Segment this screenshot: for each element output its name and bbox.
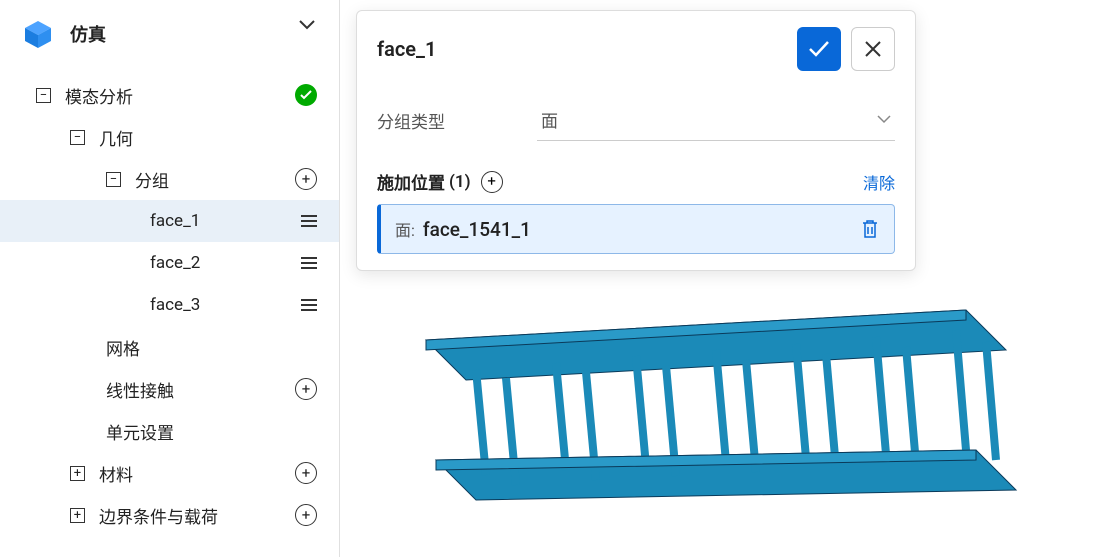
tree-item-face-2[interactable]: face_2 [0,242,339,284]
check-badge-icon [295,84,317,106]
chevron-down-icon [877,115,891,124]
property-panel: face_1 分组类型 面 施加位置 (1) + 清除 面: face_1541… [356,10,916,271]
expand-icon[interactable]: + [70,508,85,523]
tree-label: 网格 [106,335,339,360]
cancel-button[interactable] [851,27,895,71]
group-type-select[interactable]: 面 [537,99,895,141]
add-icon[interactable]: + [295,462,317,484]
add-icon[interactable]: + [295,168,317,190]
menu-icon[interactable] [301,257,317,269]
tree-label: 几何 [99,125,339,150]
tree-item-boundary-conditions[interactable]: + 边界条件与载荷 + [0,494,339,536]
tree-item-contact[interactable]: 线性接触 + [0,368,339,410]
location-section: 施加位置 (1) + 清除 面: face_1541_1 [357,153,915,270]
tree-item-geometry[interactable]: − 几何 [0,116,339,158]
sidebar: 仿真 − 模态分析 − 几何 − 分组 + face_1 face_2 face… [0,0,340,557]
location-label: 施加位置 [377,169,445,194]
add-icon[interactable]: + [295,378,317,400]
sidebar-header[interactable]: 仿真 [0,0,339,68]
trash-icon[interactable] [860,218,880,240]
clear-button[interactable]: 清除 [863,170,895,194]
truss-model-icon [406,300,1026,540]
location-prefix: 面: [395,217,415,241]
tree-item-unit-settings[interactable]: 单元设置 [0,410,339,452]
menu-icon[interactable] [301,215,317,227]
tree: − 模态分析 − 几何 − 分组 + face_1 face_2 face_3 … [0,68,339,542]
tree-item-material[interactable]: + 材料 + [0,452,339,494]
confirm-button[interactable] [797,27,841,71]
check-icon [808,40,830,58]
menu-icon[interactable] [301,299,317,311]
location-item[interactable]: 面: face_1541_1 [377,204,895,254]
panel-header: face_1 [357,11,915,87]
add-icon[interactable]: + [295,504,317,526]
expand-icon[interactable]: + [70,466,85,481]
location-name: face_1541_1 [423,218,860,241]
3d-viewport[interactable] [356,290,1076,550]
add-location-button[interactable]: + [481,171,503,193]
cube-icon [22,18,54,50]
tree-item-modal-analysis[interactable]: − 模态分析 [0,74,339,116]
location-count: (1) [449,172,471,192]
collapse-icon[interactable]: − [106,172,121,187]
tree-item-face-1[interactable]: face_1 [0,200,339,242]
group-type-label: 分组类型 [377,108,537,133]
group-type-row: 分组类型 面 [357,87,915,153]
tree-label: 单元设置 [106,419,339,444]
tree-item-group[interactable]: − 分组 + [0,158,339,200]
panel-title: face_1 [377,37,797,61]
caret-down-icon[interactable] [299,20,315,30]
collapse-icon[interactable]: − [70,130,85,145]
close-icon [864,40,882,58]
location-section-header: 施加位置 (1) + 清除 [377,169,895,194]
group-type-value: 面 [541,107,877,132]
tree-item-face-3[interactable]: face_3 [0,284,339,326]
collapse-icon[interactable]: − [36,88,51,103]
sidebar-title: 仿真 [70,21,106,47]
tree-item-mesh[interactable]: 网格 [0,326,339,368]
